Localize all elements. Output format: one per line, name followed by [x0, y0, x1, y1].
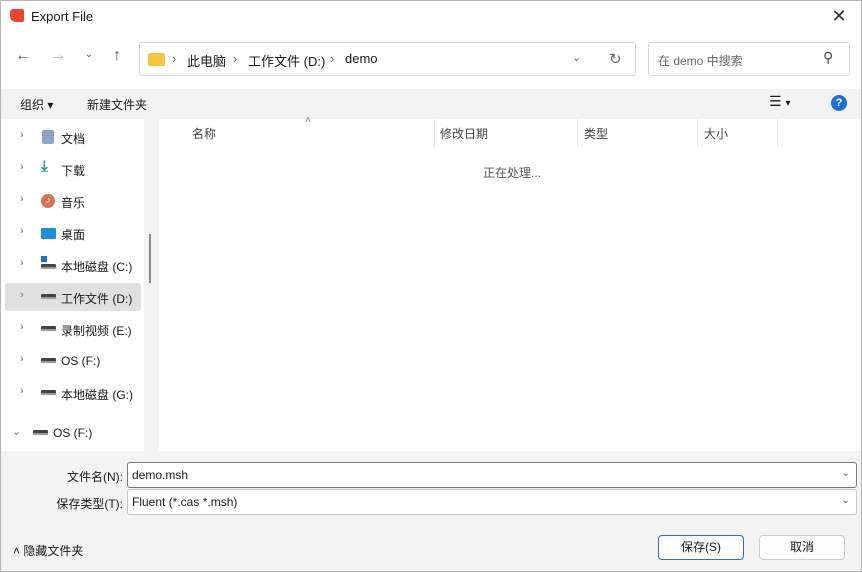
- search-input[interactable]: 在 demo 中搜索: [658, 52, 743, 69]
- sidebar-item[interactable]: › 桌面: [5, 219, 141, 247]
- organize-label: 组织: [20, 98, 45, 112]
- search-box[interactable]: 在 demo 中搜索 ⚲: [648, 42, 850, 76]
- sidebar-item-label: 录制视频 (E:): [61, 324, 132, 338]
- chevron-right-icon[interactable]: ›: [20, 289, 24, 301]
- window-title: Export File: [31, 9, 94, 24]
- status-text: 正在处理...: [483, 166, 542, 180]
- app-logo-icon: [10, 9, 24, 22]
- drive-icon: [41, 390, 56, 395]
- scrollbar-thumb[interactable]: [149, 234, 151, 283]
- music-icon: ♪: [41, 194, 55, 208]
- drive-icon: [33, 430, 48, 435]
- save-button[interactable]: 保存(S): [658, 535, 744, 560]
- chevron-right-icon: ›: [330, 51, 335, 66]
- sidebar-item-label: 文档: [61, 132, 86, 146]
- chevron-right-icon: ›: [233, 51, 238, 66]
- chevron-right-icon[interactable]: ›: [20, 161, 24, 173]
- navigation-scrollbar[interactable]: [144, 119, 159, 451]
- new-folder-button[interactable]: 新建文件夹: [87, 96, 147, 113]
- file-type-value: Fluent (*.cas *.msh): [132, 495, 238, 509]
- chevron-right-icon[interactable]: ›: [20, 321, 24, 333]
- sort-ascending-icon: ˄: [305, 115, 311, 126]
- column-name[interactable]: 名称: [192, 125, 216, 142]
- sidebar-item[interactable]: › ⤓ 下载: [5, 155, 141, 183]
- sidebar-item-label: OS (F:): [61, 354, 101, 368]
- column-divider[interactable]: [434, 119, 435, 147]
- chevron-right-icon[interactable]: ›: [20, 385, 24, 397]
- drive-icon: [41, 358, 56, 363]
- chevron-right-icon[interactable]: ›: [20, 257, 24, 269]
- refresh-icon[interactable]: ↻: [609, 50, 622, 68]
- address-bar[interactable]: › 此电脑 › 工作文件 (D:) › demo ⌄ ↻: [139, 42, 636, 76]
- sidebar-item-label: 工作文件 (D:): [61, 292, 133, 306]
- up-arrow-icon[interactable]: ↑: [107, 47, 127, 69]
- sidebar-item[interactable]: › 录制视频 (E:): [5, 315, 141, 343]
- file-type-label: 保存类型(T):: [56, 497, 123, 511]
- organize-button[interactable]: 组织 ▾: [20, 96, 53, 113]
- sidebar-item-label: 音乐: [61, 196, 86, 210]
- cancel-button[interactable]: 取消: [759, 535, 845, 560]
- filename-input[interactable]: demo.msh ⌄: [127, 462, 857, 488]
- search-icon[interactable]: ⚲: [823, 49, 833, 66]
- sidebar-item[interactable]: › 工作文件 (D:): [5, 283, 141, 311]
- chevron-down-icon[interactable]: ⌄: [842, 495, 850, 506]
- file-list: ˄ 名称 修改日期 类型 大小 正在处理...: [159, 115, 861, 451]
- column-divider[interactable]: [777, 119, 778, 147]
- navigation-pane: › 文档 › ⤓ 下载 › ♪ 音乐 › 桌面 › 本地磁盘 (C:) › 工作文件 (D:) › 录制视频 …: [1, 119, 144, 451]
- close-button[interactable]: ✕: [827, 5, 851, 27]
- view-options-icon[interactable]: ☰ ▾: [769, 93, 790, 110]
- recent-chevron-down-icon[interactable]: ⌄: [79, 49, 99, 71]
- sidebar-item-label: OS (F:): [53, 426, 93, 440]
- chevron-down-icon[interactable]: ⌄: [842, 468, 850, 479]
- sidebar-item-label: 本地磁盘 (G:): [61, 388, 133, 402]
- column-divider[interactable]: [577, 119, 578, 147]
- chevron-right-icon: ›: [172, 51, 177, 66]
- drive-icon: [41, 326, 56, 331]
- sidebar-item-label: 本地磁盘 (C:): [61, 260, 133, 274]
- help-icon[interactable]: ?: [831, 95, 847, 111]
- chevron-down-icon[interactable]: ⌄: [12, 425, 21, 438]
- sidebar-item[interactable]: › 本地磁盘 (C:): [5, 251, 141, 279]
- toolbar: 组织 ▾ 新建文件夹 ☰ ▾ ?: [1, 89, 861, 119]
- drive-icon: [41, 294, 56, 299]
- chevron-right-icon[interactable]: ›: [20, 353, 24, 365]
- breadcrumb-this-pc[interactable]: 此电脑: [187, 51, 226, 70]
- sidebar-item[interactable]: ⌄ OS (F:): [5, 419, 141, 447]
- column-divider[interactable]: [697, 119, 698, 147]
- filename-value: demo.msh: [132, 468, 189, 482]
- breadcrumb-drive-d[interactable]: 工作文件 (D:): [248, 51, 325, 70]
- sidebar-item-label: 桌面: [61, 228, 86, 242]
- sidebar-item[interactable]: › ♪ 音乐: [5, 187, 141, 215]
- column-type[interactable]: 类型: [584, 125, 608, 142]
- folder-icon: [148, 53, 165, 66]
- column-date-modified[interactable]: 修改日期: [440, 125, 488, 142]
- sidebar-item-label: 下载: [61, 164, 86, 178]
- sidebar-item[interactable]: › 文档: [5, 123, 141, 151]
- hide-folders-toggle[interactable]: ˄ 隐藏文件夹: [13, 542, 83, 559]
- address-dropdown-icon[interactable]: ⌄: [572, 51, 581, 64]
- breadcrumb-demo[interactable]: demo: [345, 51, 378, 66]
- sidebar-item[interactable]: › OS (F:): [5, 347, 141, 375]
- download-icon: ⤓: [41, 158, 48, 175]
- windows-drive-icon: [41, 256, 56, 272]
- desktop-icon: [41, 228, 56, 239]
- chevron-right-icon[interactable]: ›: [20, 225, 24, 237]
- title-bar: Export File ✕: [1, 1, 861, 33]
- chevron-right-icon[interactable]: ›: [20, 129, 24, 141]
- back-arrow-icon[interactable]: ←: [13, 47, 33, 69]
- chevron-right-icon[interactable]: ›: [20, 193, 24, 205]
- documents-icon: [42, 130, 54, 144]
- filename-label: 文件名(N):: [67, 470, 123, 484]
- file-type-select[interactable]: Fluent (*.cas *.msh) ⌄: [127, 489, 857, 515]
- hide-folders-label: 隐藏文件夹: [23, 544, 84, 558]
- forward-arrow-icon[interactable]: →: [48, 47, 68, 69]
- sidebar-item[interactable]: › 本地磁盘 (G:): [5, 379, 141, 407]
- column-size[interactable]: 大小: [704, 125, 728, 142]
